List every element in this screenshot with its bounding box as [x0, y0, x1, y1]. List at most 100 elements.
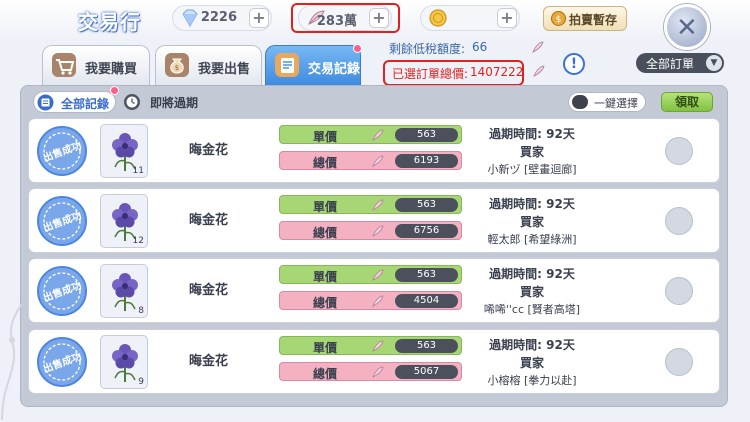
unit-price-value: 563: [395, 198, 458, 212]
total-price-label: 總價: [312, 156, 337, 170]
total-price-label: 總價: [312, 367, 337, 381]
total-price-bar: 總價 4504: [279, 291, 462, 310]
tab-history[interactable]: 交易記錄: [265, 45, 361, 85]
unit-price-value: 563: [395, 268, 458, 282]
feather-icon: [372, 155, 384, 167]
svg-text:$: $: [175, 64, 179, 72]
sold-stamp-icon: 出售成功: [37, 266, 87, 316]
order-row[interactable]: 出售成功 8 晦金花 單價 563 總價 4504 過期時間: 92天 買家 唏…: [28, 258, 720, 323]
total-price-bar: 總價 6193: [279, 151, 462, 170]
order-filter-dropdown[interactable]: 全部訂單 ▼: [636, 53, 724, 73]
feather-icon: [372, 340, 384, 352]
add-coins-button[interactable]: +: [497, 8, 517, 28]
notification-dot: [110, 86, 119, 95]
list-icon: [37, 94, 54, 111]
chevron-down-icon: ▼: [706, 55, 722, 71]
feather-icon: [372, 225, 384, 237]
item-thumbnail[interactable]: 11: [100, 124, 148, 178]
item-quantity: 8: [138, 306, 144, 316]
select-checkbox[interactable]: [665, 277, 693, 305]
total-price-value: 6193: [395, 154, 458, 168]
gold-coin-icon: [429, 9, 447, 27]
clock-icon: [124, 94, 140, 110]
corner-ornament: [1, 303, 23, 421]
buyer-name: 小新ヅ [壁畫迴廊]: [487, 163, 577, 176]
tab-buy[interactable]: 我要購買: [42, 45, 150, 85]
order-row[interactable]: 出售成功 11 晦金花 單價 563 總價 6193 過期時間: 92天 買家 …: [28, 118, 720, 183]
item-thumbnail[interactable]: 8: [100, 264, 148, 318]
unit-price-bar: 單價 563: [279, 336, 462, 355]
item-quantity: 12: [132, 236, 144, 246]
item-name: 晦金花: [189, 143, 229, 158]
ledger-icon: [275, 53, 299, 77]
buyer-label: 買家: [519, 285, 544, 299]
subtab-all-label: 全部記錄: [61, 97, 110, 111]
diamond-icon: [182, 9, 198, 27]
gem-currency: 2226 +: [172, 5, 272, 31]
subtab-expiring[interactable]: 即將過期: [123, 91, 209, 113]
select-checkbox[interactable]: [665, 348, 693, 376]
order-row[interactable]: 出售成功 9 晦金花 單價 563 總價 5067 過期時間: 92天 買家 小…: [28, 329, 720, 394]
close-icon: ✕: [676, 13, 698, 43]
coin-currency: +: [420, 5, 520, 31]
order-filter-label: 全部訂單: [646, 57, 695, 71]
buyer-label: 買家: [519, 145, 544, 159]
buyer-name: 輕太郎 [希望綠洲]: [487, 233, 577, 246]
expire-time: 過期時間: 92天: [489, 267, 575, 281]
money-bag-icon: $: [165, 53, 189, 77]
tab-sell-label: 我要出售: [198, 62, 251, 77]
selected-total-value: 1407222: [470, 65, 524, 79]
claim-button[interactable]: 領取: [661, 92, 713, 112]
shopping-cart-icon: [52, 53, 76, 77]
tab-sell[interactable]: $ 我要出售: [155, 45, 262, 85]
expire-time: 過期時間: 92天: [489, 338, 575, 352]
buyer-name: 小榕榕 [拳力以赴]: [487, 374, 577, 387]
sold-stamp-icon: 出售成功: [37, 126, 87, 176]
total-price-bar: 總價 5067: [279, 362, 462, 381]
feather-icon: [372, 129, 384, 141]
item-name: 晦金花: [189, 283, 229, 298]
total-price-label: 總價: [312, 296, 337, 310]
close-button[interactable]: ✕: [664, 4, 710, 50]
buyer-name: 唏唏''cc [賢者高塔]: [483, 303, 581, 316]
buyer-label: 買家: [519, 356, 544, 370]
total-price-label: 總價: [312, 226, 337, 240]
unit-price-bar: 單價 563: [279, 195, 462, 214]
total-price-bar: 總價 6756: [279, 221, 462, 240]
order-row[interactable]: 出售成功 12 晦金花 單價 563 總價 6756 過期時間: 92天 買家 …: [28, 188, 720, 253]
item-name: 晦金花: [189, 213, 229, 228]
item-quantity: 11: [132, 166, 144, 176]
page-title: 交易行: [78, 10, 141, 34]
feather-icon: [372, 366, 384, 378]
exclamation-icon: !: [570, 56, 578, 72]
tax-quota-label: 剩餘低稅額度:: [389, 42, 466, 56]
sold-stamp-icon: 出售成功: [37, 337, 87, 387]
item-thumbnail[interactable]: 9: [100, 335, 148, 389]
total-price-value: 5067: [395, 365, 458, 379]
subtab-expiring-label: 即將過期: [150, 96, 199, 110]
expire-time: 過期時間: 92天: [489, 197, 575, 211]
subtab-all-records[interactable]: 全部記錄: [33, 91, 116, 113]
gem-amount: 2226: [200, 10, 237, 25]
add-gems-button[interactable]: +: [249, 8, 269, 28]
unit-price-bar: 單價 563: [279, 265, 462, 284]
unit-price-label: 單價: [312, 270, 337, 284]
select-all-toggle[interactable]: 一鍵選擇: [568, 92, 646, 112]
notification-dot: [353, 44, 362, 53]
tab-buy-label: 我要購買: [85, 62, 138, 77]
zeny-highlight-box: [291, 3, 400, 33]
unit-price-label: 單價: [312, 130, 337, 144]
auction-coin-icon: $: [551, 11, 566, 26]
select-checkbox[interactable]: [665, 137, 693, 165]
unit-price-label: 單價: [312, 200, 337, 214]
total-price-value: 4504: [395, 294, 458, 308]
item-thumbnail[interactable]: 12: [100, 194, 148, 248]
select-checkbox[interactable]: [665, 207, 693, 235]
unit-price-value: 563: [395, 339, 458, 353]
auction-storage-button[interactable]: $ 拍賣暫存: [543, 6, 627, 31]
sold-stamp-icon: 出售成功: [37, 196, 87, 246]
info-button[interactable]: !: [563, 53, 585, 75]
feather-icon: [532, 41, 544, 53]
feather-icon: [533, 65, 545, 77]
item-quantity: 9: [138, 377, 144, 387]
